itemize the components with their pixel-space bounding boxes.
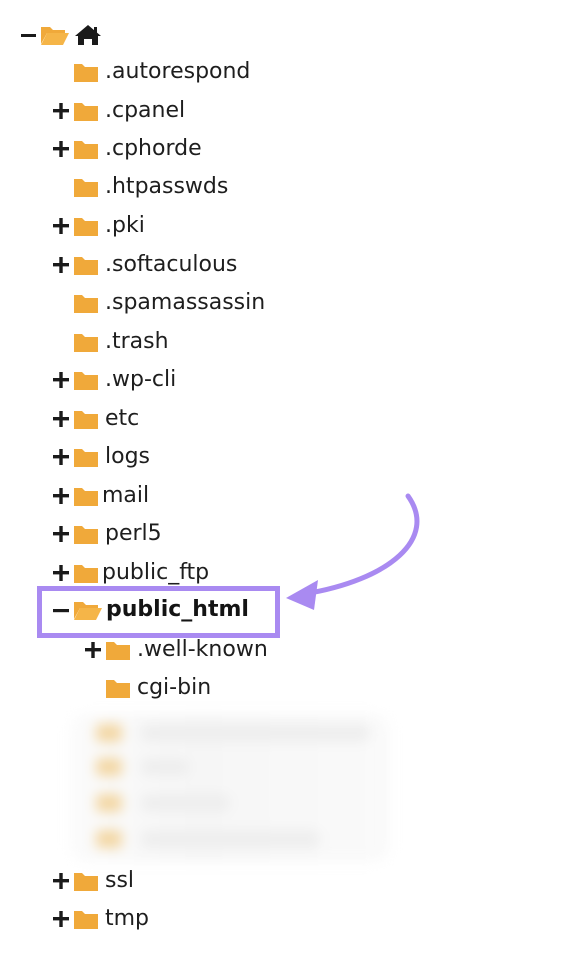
- tree-item-label[interactable]: .htpasswds: [105, 170, 228, 204]
- tree-item-label[interactable]: .cphorde: [105, 132, 202, 166]
- folder-icon: [73, 369, 99, 391]
- folder-icon: [73, 523, 99, 545]
- tree-item-label[interactable]: .well-known: [137, 633, 268, 667]
- expand-plus-icon[interactable]: [52, 363, 70, 397]
- home-icon[interactable]: [74, 24, 102, 46]
- folder-icon: [73, 408, 99, 430]
- expand-plus-icon[interactable]: [52, 94, 70, 128]
- tree-item-etc[interactable]: etc: [0, 402, 400, 436]
- tree-item-label[interactable]: ssl: [105, 864, 134, 898]
- tree-item-label[interactable]: tmp: [105, 902, 149, 936]
- tree-item-label[interactable]: mail: [102, 479, 149, 513]
- expand-plus-icon[interactable]: [52, 902, 70, 936]
- tree-item-cgi-bin[interactable]: cgi-bin: [0, 671, 400, 705]
- tree-item-dot-spamassassin[interactable]: .spamassassin: [0, 286, 400, 320]
- tree-item-label[interactable]: perl5: [105, 517, 162, 551]
- tree-item-logs[interactable]: logs: [0, 440, 400, 474]
- tree-item-label[interactable]: .cpanel: [105, 94, 185, 128]
- folder-icon: [73, 138, 99, 160]
- folder-icon: [73, 61, 99, 83]
- folder-icon: [73, 100, 99, 122]
- tree-item-label[interactable]: public_ftp: [102, 556, 209, 590]
- expand-plus-icon[interactable]: [52, 248, 70, 282]
- tree-item-dot-well-known[interactable]: .well-known: [0, 633, 400, 667]
- folder-icon: [73, 870, 99, 892]
- expand-plus-icon[interactable]: [52, 517, 70, 551]
- folder-icon: [73, 176, 99, 198]
- collapse-root-minus-icon[interactable]: [20, 18, 38, 52]
- folder-icon: [73, 562, 99, 584]
- expand-plus-icon[interactable]: [52, 440, 70, 474]
- folder-icon: [73, 254, 99, 276]
- tree-root[interactable]: [0, 18, 120, 52]
- redacted-folder-list: [70, 714, 390, 862]
- expand-plus-icon[interactable]: [52, 209, 70, 243]
- folder-icon: [73, 292, 99, 314]
- tree-item-label[interactable]: .spamassassin: [105, 286, 265, 320]
- tree-item-label[interactable]: logs: [105, 440, 150, 474]
- tree-item-dot-trash[interactable]: .trash: [0, 325, 400, 359]
- tree-item-ssl[interactable]: ssl: [0, 864, 400, 898]
- expand-plus-icon[interactable]: [52, 132, 70, 166]
- tree-item-label[interactable]: .trash: [105, 325, 169, 359]
- folder-icon: [73, 908, 99, 930]
- expand-plus-icon[interactable]: [52, 479, 70, 513]
- tree-item-dot-softaculous[interactable]: .softaculous: [0, 248, 400, 282]
- tree-item-label[interactable]: etc: [105, 402, 139, 436]
- tree-item-dot-cpanel[interactable]: .cpanel: [0, 94, 400, 128]
- tree-item-label[interactable]: .wp-cli: [105, 363, 176, 397]
- curved-arrow-icon: [286, 493, 420, 610]
- tree-item-label[interactable]: .autorespond: [105, 55, 250, 89]
- tree-item-label[interactable]: .softaculous: [105, 248, 237, 282]
- folder-icon: [73, 446, 99, 468]
- public-html-highlight-box: [37, 586, 280, 638]
- folder-open-icon: [40, 24, 69, 46]
- expand-plus-icon[interactable]: [52, 402, 70, 436]
- folder-icon: [105, 677, 131, 699]
- tree-item-label[interactable]: .pki: [105, 209, 145, 243]
- tree-item-dot-cphorde[interactable]: .cphorde: [0, 132, 400, 166]
- tree-item-dot-htpasswds[interactable]: .htpasswds: [0, 170, 400, 204]
- folder-icon: [73, 485, 99, 507]
- expand-plus-icon[interactable]: [52, 556, 70, 590]
- tree-item-label[interactable]: cgi-bin: [137, 671, 211, 705]
- expand-plus-icon[interactable]: [84, 633, 102, 667]
- tree-item-dot-wp-cli[interactable]: .wp-cli: [0, 363, 400, 397]
- tree-item-tmp[interactable]: tmp: [0, 902, 400, 936]
- folder-icon: [105, 639, 131, 661]
- folder-icon: [73, 215, 99, 237]
- expand-plus-icon[interactable]: [52, 864, 70, 898]
- tree-item-dot-autorespond[interactable]: .autorespond: [0, 55, 400, 89]
- tree-item-dot-pki[interactable]: .pki: [0, 209, 400, 243]
- folder-icon: [73, 331, 99, 353]
